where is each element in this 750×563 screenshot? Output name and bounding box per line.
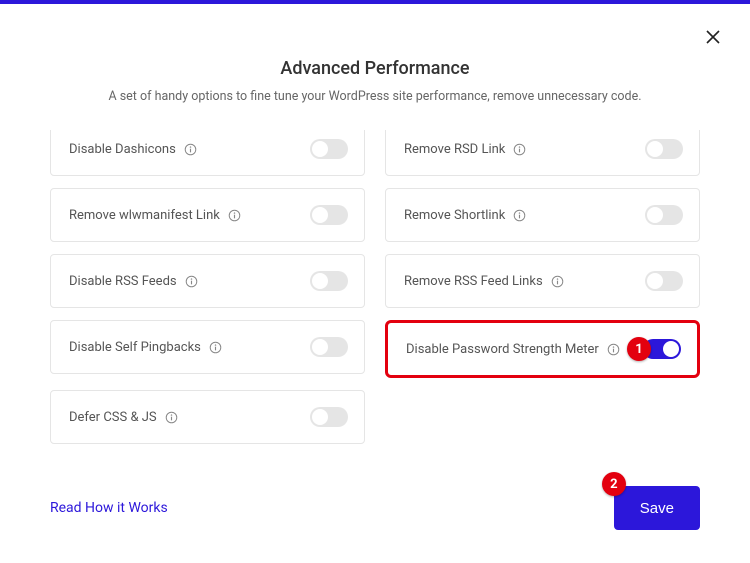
option-label: Remove RSS Feed Links (404, 274, 564, 289)
info-icon[interactable] (607, 343, 620, 356)
option-disable-rss: Disable RSS Feeds (50, 254, 365, 308)
info-icon[interactable] (513, 143, 526, 156)
option-label: Defer CSS & JS (69, 410, 178, 425)
annotation-marker-2: 2 (602, 472, 626, 496)
info-icon[interactable] (209, 341, 222, 354)
option-disable-pingbacks: Disable Self Pingbacks (50, 320, 365, 374)
page-title: Advanced Performance (0, 58, 750, 79)
toggle-defer-css-js[interactable] (310, 407, 348, 427)
option-label: Remove RSD Link (404, 142, 526, 157)
info-icon[interactable] (513, 209, 526, 222)
option-label: Disable Password Strength Meter (406, 342, 620, 357)
close-icon[interactable] (706, 30, 720, 44)
toggle-remove-shortlink[interactable] (645, 205, 683, 225)
option-remove-rsd: Remove RSD Link (385, 130, 700, 176)
toggle-remove-rss-links[interactable] (645, 271, 683, 291)
info-icon[interactable] (165, 411, 178, 424)
option-remove-wlw: Remove wlwmanifest Link (50, 188, 365, 242)
option-remove-rss-links: Remove RSS Feed Links (385, 254, 700, 308)
toggle-disable-pingbacks[interactable] (310, 337, 348, 357)
info-icon[interactable] (185, 275, 198, 288)
info-icon[interactable] (228, 209, 241, 222)
save-button-wrap: 2 Save (614, 486, 700, 530)
toggle-remove-wlw[interactable] (310, 205, 348, 225)
option-defer-css-js: Defer CSS & JS (50, 390, 365, 444)
option-label: Remove wlwmanifest Link (69, 208, 241, 223)
toggle-remove-rsd[interactable] (645, 139, 683, 159)
option-label: Disable RSS Feeds (69, 274, 198, 289)
toggle-disable-rss[interactable] (310, 271, 348, 291)
options-grid: Disable Dashicons Remove RSD Link Remove… (50, 130, 700, 444)
option-disable-dashicons: Disable Dashicons (50, 130, 365, 176)
info-icon[interactable] (184, 143, 197, 156)
page-subtitle: A set of handy options to fine tune your… (0, 89, 750, 104)
options-panel: Disable Dashicons Remove RSD Link Remove… (50, 130, 700, 445)
option-label: Disable Self Pingbacks (69, 340, 222, 355)
top-accent-bar (0, 0, 750, 4)
save-button[interactable]: Save (614, 486, 700, 530)
footer: Read How it Works 2 Save (50, 483, 700, 533)
info-icon[interactable] (551, 275, 564, 288)
annotation-marker-1: 1 (627, 337, 651, 361)
toggle-disable-dashicons[interactable] (310, 139, 348, 159)
option-label: Disable Dashicons (69, 142, 197, 157)
option-label: Remove Shortlink (404, 208, 526, 223)
empty-cell (385, 390, 700, 444)
option-remove-shortlink: Remove Shortlink (385, 188, 700, 242)
header: Advanced Performance A set of handy opti… (0, 0, 750, 104)
option-disable-pwd-meter: Disable Password Strength Meter 1 (385, 320, 700, 378)
help-link[interactable]: Read How it Works (50, 500, 168, 516)
